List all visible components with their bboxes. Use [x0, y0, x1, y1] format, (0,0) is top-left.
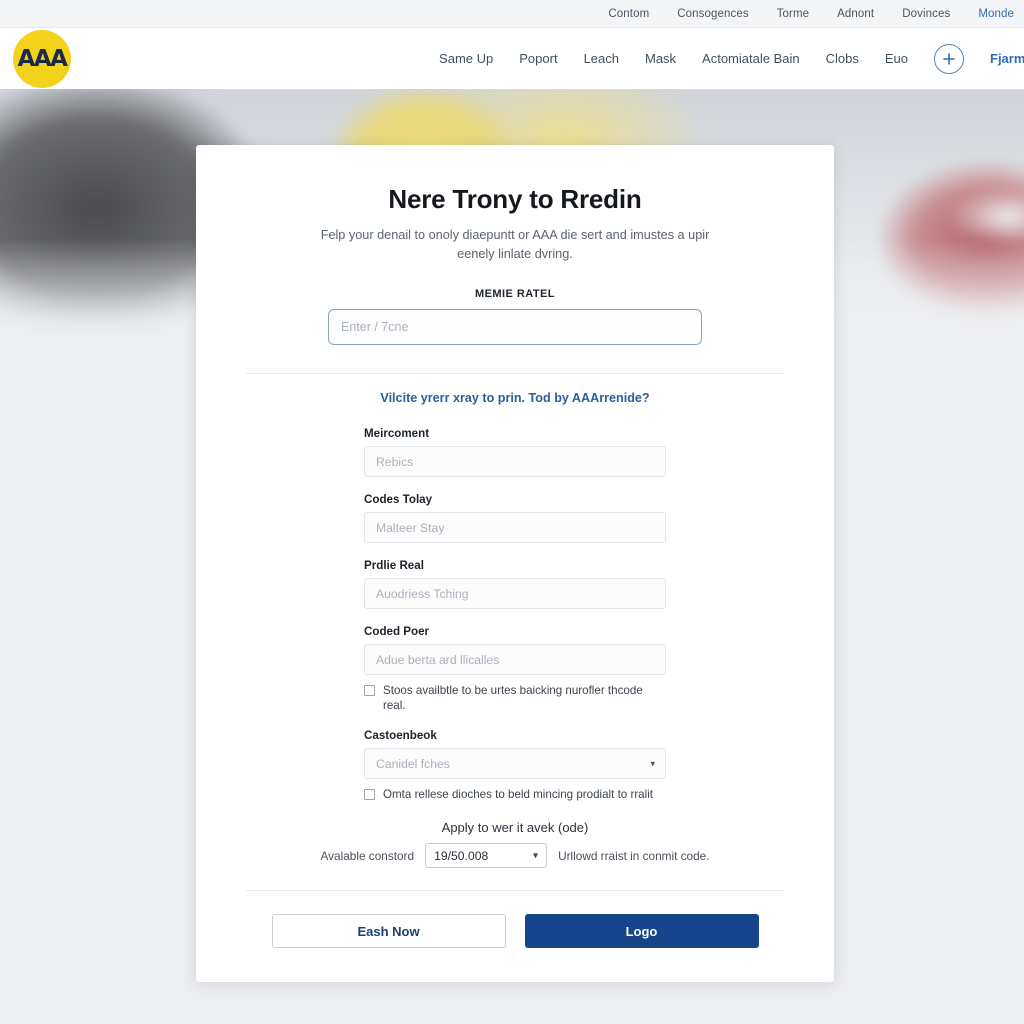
castoenbeok-select-input[interactable]: [364, 748, 666, 779]
field-input-meircoment[interactable]: [364, 446, 666, 477]
field-label-codes-tolay: Codes Tolay: [364, 493, 433, 506]
field-group-codes-tolay: Codes Tolay: [364, 493, 666, 543]
cancel-button[interactable]: Eash Now: [271, 914, 506, 948]
promo-select-wrap: 19/50.008 ▾: [425, 843, 548, 868]
checkbox-row-two: Omta rellese dioches to beld mincing pro…: [364, 787, 666, 802]
field-group-meircoment: Meircoment: [364, 427, 666, 477]
field-label-coded-poer: Coded Poer: [364, 625, 430, 638]
logo-text: AAA: [17, 45, 68, 72]
page-title: Nere Trony to Rredin: [388, 184, 642, 214]
main-header: AAA Same Up Poport Leach Mask Actomiatal…: [0, 28, 1024, 89]
enrollment-card: Nere Trony to Rredin Felp your denail to…: [196, 145, 834, 982]
field-input-codes-tolay[interactable]: [364, 512, 666, 543]
checkbox-backup-code[interactable]: [364, 685, 375, 696]
checkbox-row-one: Stoos availbtle to be urtes baicking nur…: [364, 683, 666, 713]
promo-section-title: Apply to wer it avek (ode): [441, 820, 589, 835]
main-navigation: Same Up Poport Leach Mask Actomiatale Ba…: [439, 43, 1024, 74]
divider-top: [246, 373, 784, 374]
checkbox-release-product[interactable]: [364, 789, 375, 800]
field-label-meircoment: Meircoment: [364, 427, 430, 440]
field-group-castoenbeok: Castoenbeok ▾: [364, 729, 666, 779]
field-input-prdlie-real[interactable]: [364, 578, 666, 609]
field-label-castoenbeok: Castoenbeok: [364, 729, 437, 742]
utility-item-torme[interactable]: Torme: [777, 8, 809, 20]
utility-bar: Contom Consogences Torme Adnont Dovinces…: [0, 0, 1024, 28]
utility-item-dovinces[interactable]: Dovinces: [902, 8, 950, 20]
nav-item-clobs[interactable]: Clobs: [826, 51, 859, 66]
castoenbeok-select-wrap: ▾: [364, 748, 666, 779]
checkbox-label-two: Omta rellese dioches to beld mincing pro…: [383, 788, 654, 801]
member-number-block: MEMIE RATEL: [222, 288, 808, 345]
field-input-coded-poer[interactable]: [364, 644, 666, 675]
utility-item-contom[interactable]: Contom: [608, 8, 649, 20]
promo-left-label: Avalable constord: [320, 848, 415, 863]
utility-item-adnont[interactable]: Adnont: [837, 8, 874, 20]
member-number-label: MEMIE RATEL: [475, 288, 555, 300]
promo-right-label: Urllowd rraist in conmit code.: [558, 848, 710, 863]
field-group-coded-poer: Coded Poer: [364, 625, 666, 675]
divider-bottom: [246, 890, 784, 891]
nav-item-actomiatale-bain[interactable]: Actomiatale Bain: [702, 51, 800, 66]
field-group-prdlie-real: Prdlie Real: [364, 559, 666, 609]
card-actions: Eash Now Logo: [222, 914, 808, 948]
membership-help-link[interactable]: Vilcite yrerr xray to prin. Tod by AAArr…: [222, 391, 808, 405]
aaa-logo[interactable]: AAA: [13, 29, 71, 88]
form-body: Meircoment Codes Tolay Prdlie Real Coded…: [364, 427, 666, 802]
promo-code-select[interactable]: 19/50.008: [425, 843, 548, 868]
plus-icon[interactable]: [934, 43, 964, 74]
nav-cta-label[interactable]: Fjarm: [990, 51, 1024, 66]
utility-item-consogences[interactable]: Consogences: [677, 8, 748, 20]
field-label-prdlie-real: Prdlie Real: [364, 559, 424, 572]
submit-button[interactable]: Logo: [524, 914, 759, 948]
member-number-input[interactable]: [328, 309, 702, 345]
nav-item-poport[interactable]: Poport: [519, 51, 557, 66]
nav-item-euo[interactable]: Euo: [885, 51, 908, 66]
utility-item-monde[interactable]: Monde: [978, 8, 1014, 20]
checkbox-label-one: Stoos availbtle to be urtes baicking nur…: [383, 684, 643, 712]
promo-row: Avalable constord 19/50.008 ▾ Urllowd rr…: [222, 843, 808, 868]
nav-item-leach[interactable]: Leach: [584, 51, 619, 66]
nav-item-mask[interactable]: Mask: [645, 51, 676, 66]
promo-code-section: Apply to wer it avek (ode) Avalable cons…: [222, 820, 808, 868]
page-subtitle: Felp your denail to onoly diaepuntt or A…: [320, 228, 710, 261]
nav-item-same-up[interactable]: Same Up: [439, 51, 493, 66]
